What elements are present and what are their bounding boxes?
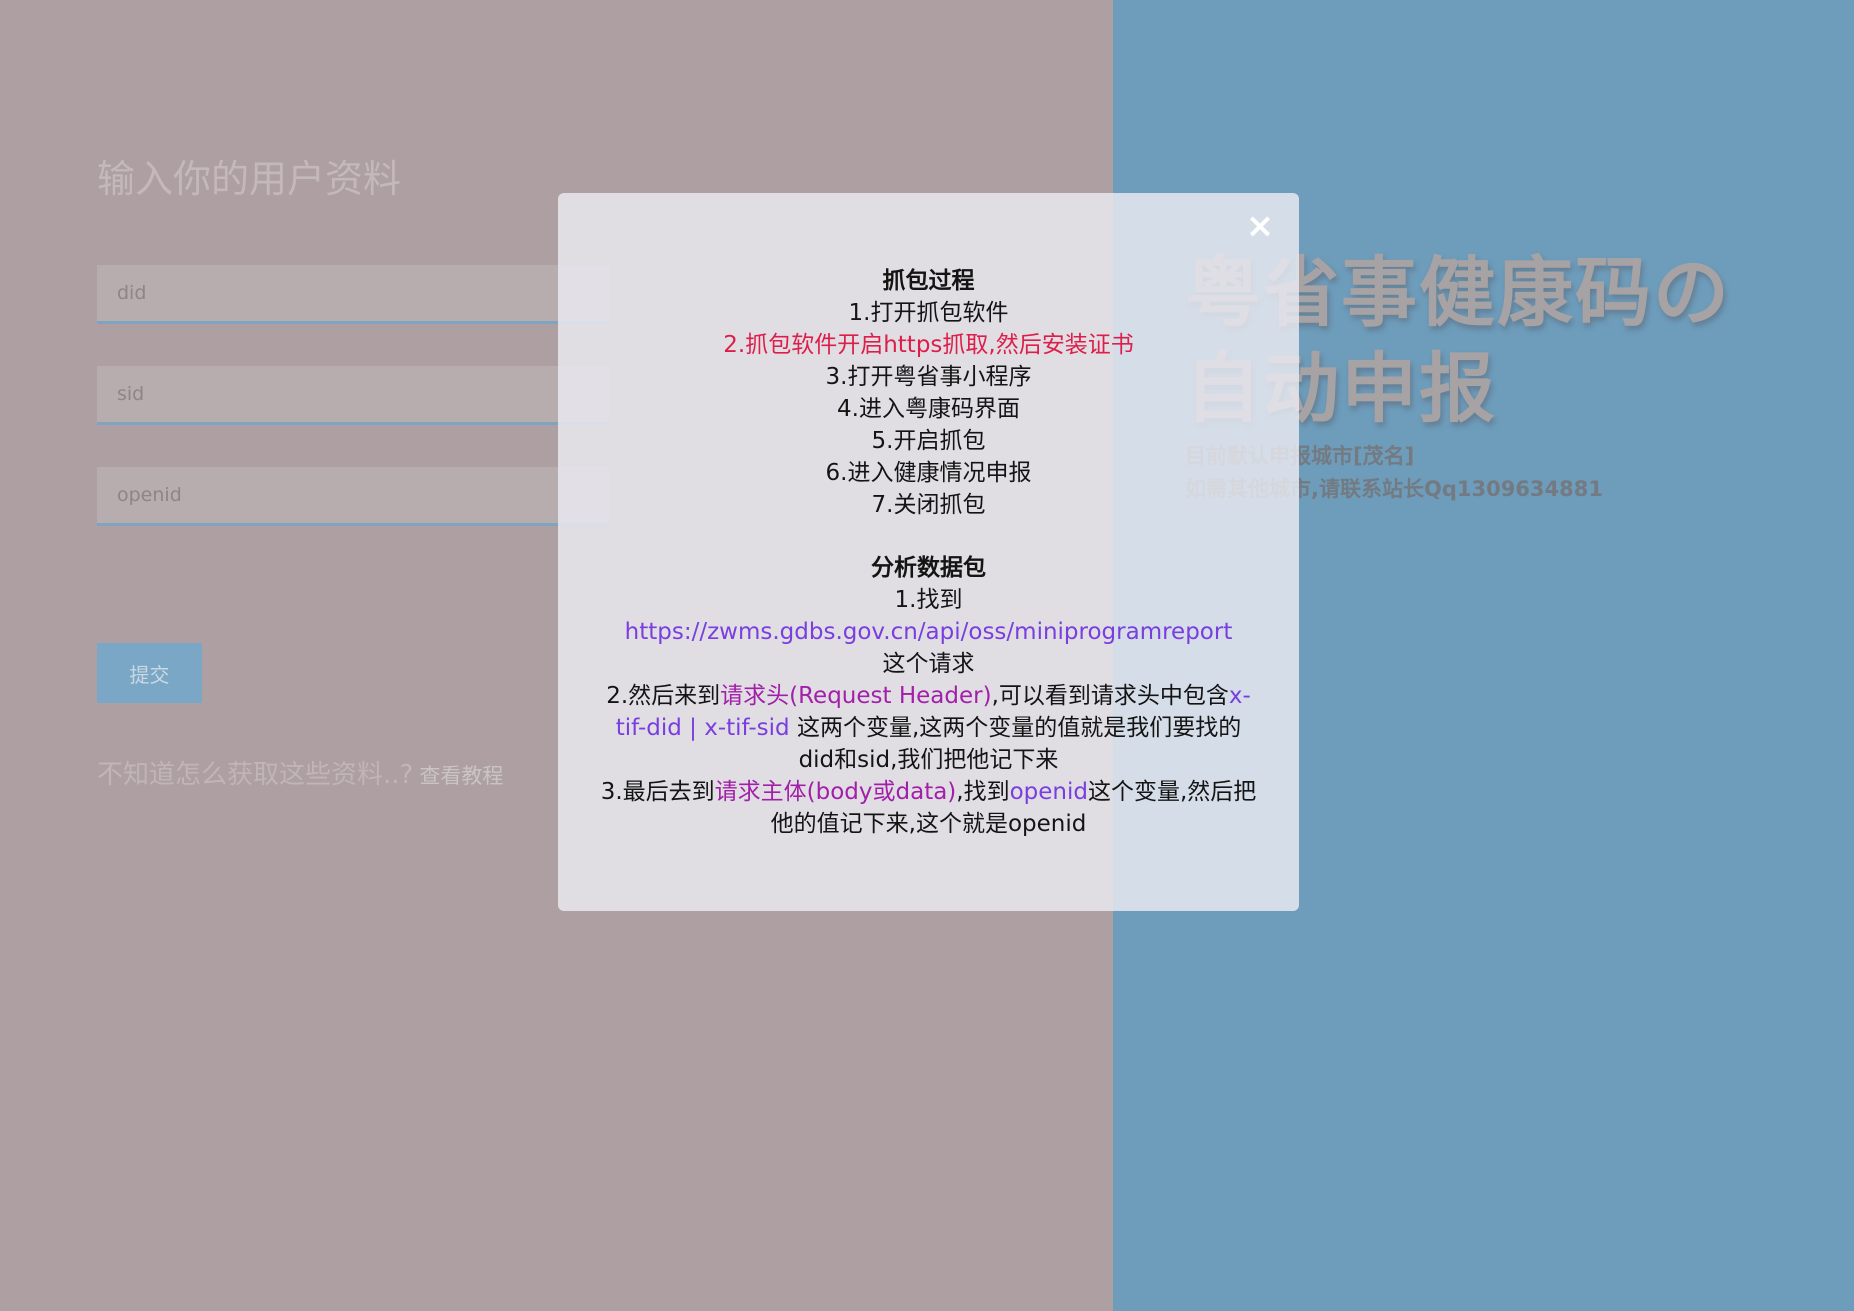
sid-input[interactable] xyxy=(97,366,609,425)
modal-body: 抓包过程 1.打开抓包软件 2.抓包软件开启https抓取,然后安装证书 3.打… xyxy=(598,265,1259,840)
analyze-step-2: 2.然后来到请求头(Request Header),可以看到请求头中包含x-ti… xyxy=(606,683,1251,773)
capture-step-5: 5.开启抓包 xyxy=(871,428,986,454)
openid-input[interactable] xyxy=(97,467,609,526)
openid-var-text: openid xyxy=(1009,779,1088,805)
help-line: 不知道怎么获取这些资料..? 查看教程 xyxy=(97,754,503,791)
close-icon[interactable]: × xyxy=(1243,209,1277,243)
capture-heading: 抓包过程 xyxy=(882,268,975,294)
request-body-text: 请求主体(body或data) xyxy=(714,779,957,805)
form-title: 输入你的用户资料 xyxy=(97,157,402,201)
analyze-step-3: 3.最后去到请求主体(body或data),找到openid这个变量,然后把他的… xyxy=(600,779,1257,837)
request-header-text: 请求头(Request Header) xyxy=(720,683,992,709)
tutorial-modal: × 抓包过程 1.打开抓包软件 2.抓包软件开启https抓取,然后安装证书 3… xyxy=(558,193,1299,911)
help-text: 不知道怎么获取这些资料..? xyxy=(97,760,414,790)
capture-step-6: 6.进入健康情况申报 xyxy=(825,460,1032,486)
analyze-step-1-suffix: 这个请求 xyxy=(882,651,975,677)
did-input[interactable] xyxy=(97,265,609,324)
capture-step-1: 1.打开抓包软件 xyxy=(848,300,1009,326)
tutorial-link[interactable]: 查看教程 xyxy=(419,764,503,788)
capture-step-2: 2.抓包软件开启https抓取,然后安装证书 xyxy=(723,332,1134,358)
capture-step-3: 3.打开粤省事小程序 xyxy=(825,364,1032,390)
capture-step-4: 4.进入粤康码界面 xyxy=(837,396,1020,422)
analyze-heading: 分析数据包 xyxy=(871,555,986,581)
request-url-text: https://zwms.gdbs.gov.cn/api/oss/minipro… xyxy=(624,619,1233,645)
submit-button[interactable]: 提交 xyxy=(97,643,202,703)
analyze-step-1-prefix: 1.找到 xyxy=(894,587,963,613)
capture-step-7: 7.关闭抓包 xyxy=(871,492,986,518)
